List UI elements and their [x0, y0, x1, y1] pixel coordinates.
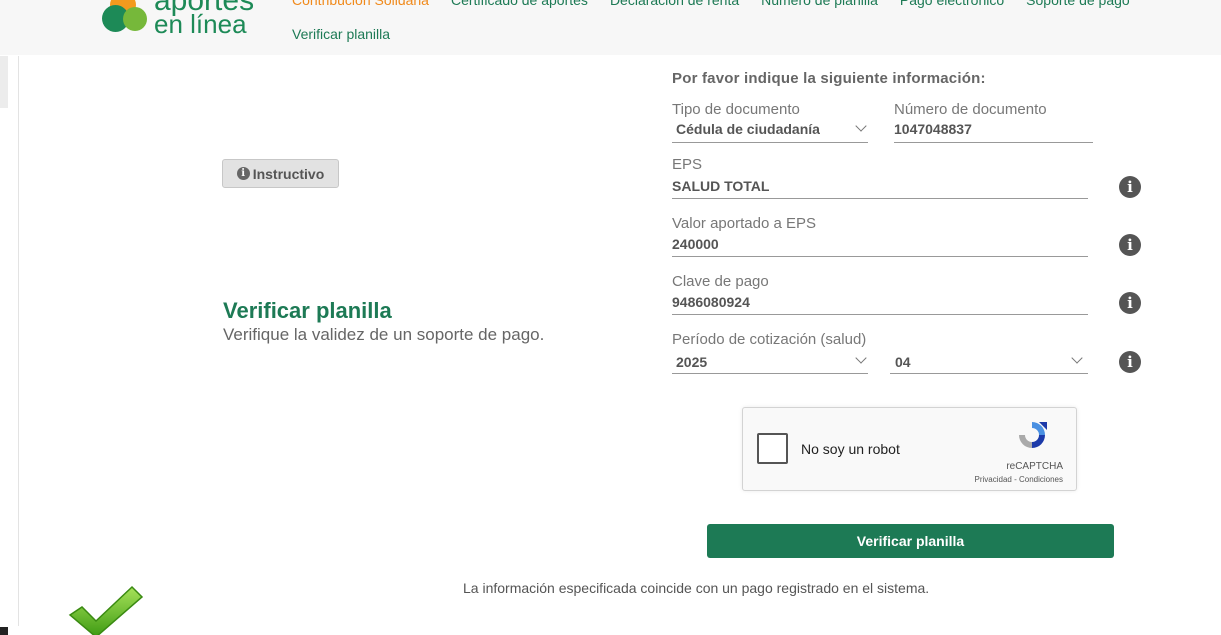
logo-lightgreen-dot — [123, 7, 147, 31]
page-title: Verificar planilla — [223, 298, 392, 323]
recaptcha-checkbox[interactable] — [757, 433, 788, 464]
edge-mark — [0, 627, 8, 635]
aportes-en-linea-logo[interactable]: aportes en línea — [100, 0, 260, 50]
clave-label: Clave de pago — [672, 273, 769, 290]
recaptcha-logo-icon — [1019, 422, 1047, 448]
periodo-year-select[interactable]: 2025 — [676, 354, 707, 370]
valor-underline — [672, 256, 1088, 257]
chevron-down-icon — [855, 120, 867, 132]
chevron-down-icon — [1071, 352, 1083, 364]
content-divider — [18, 56, 19, 626]
verificar-planilla-button[interactable]: Verificar planilla — [707, 524, 1114, 558]
instructivo-label: Instructivo — [252, 165, 325, 182]
periodo-year-underline — [672, 373, 868, 374]
instructivo-button[interactable]: i Instructivo — [222, 159, 339, 188]
clave-input[interactable]: 9486080924 — [672, 294, 750, 310]
valor-label: Valor aportado a EPS — [672, 215, 816, 232]
eps-underline — [672, 198, 1088, 199]
clave-underline — [672, 314, 1088, 315]
recaptcha-terms-link[interactable]: Privacidad - Condiciones — [975, 475, 1064, 484]
periodo-month-underline — [890, 373, 1088, 374]
periodo-label: Período de cotización (salud) — [672, 331, 867, 348]
eps-label: EPS — [672, 156, 703, 173]
chevron-down-icon — [855, 352, 867, 364]
doc-number-underline — [894, 142, 1093, 143]
doc-type-select[interactable]: Cédula de ciudadanía — [676, 121, 820, 137]
doc-type-label: Tipo de documento — [672, 101, 800, 118]
recaptcha-widget: No soy un robot reCAPTCHA Privacidad - C… — [742, 407, 1077, 491]
doc-type-underline — [672, 142, 868, 143]
site-header: aportes en línea Contribución Solidaria … — [0, 0, 1221, 55]
main-nav: Contribución Solidaria Certificado de ap… — [292, 0, 1130, 8]
nav-certificado-aportes[interactable]: Certificado de aportes — [451, 0, 588, 8]
periodo-month-select[interactable]: 04 — [895, 354, 911, 370]
nav-verificar-planilla[interactable]: Verificar planilla — [292, 26, 390, 42]
nav-numero-planilla[interactable]: Número de planilla — [761, 0, 878, 8]
nav-declaracion-renta[interactable]: Declaración de renta — [610, 0, 739, 8]
logo-text-bottom: en línea — [154, 9, 247, 39]
form-heading: Por favor indique la siguiente informaci… — [672, 70, 986, 87]
sidebar-edge — [0, 56, 8, 108]
periodo-info-icon[interactable]: i — [1119, 351, 1141, 373]
eps-info-icon[interactable]: i — [1119, 176, 1141, 198]
page-subtitle: Verifique la validez de un soporte de pa… — [223, 325, 545, 344]
recaptcha-brand: reCAPTCHA — [1006, 461, 1063, 472]
checkmark-success-icon — [68, 585, 144, 635]
result-message: La información especificada coincide con… — [463, 580, 930, 596]
nav-soporte-pago[interactable]: Soporte de pago — [1026, 0, 1130, 8]
nav-pago-electronico[interactable]: Pago electrónico — [900, 0, 1004, 8]
eps-input[interactable]: SALUD TOTAL — [672, 178, 769, 194]
recaptcha-label: No soy un robot — [801, 441, 900, 457]
nav-contribucion-solidaria[interactable]: Contribución Solidaria — [292, 0, 429, 8]
valor-input[interactable]: 240000 — [672, 236, 719, 252]
clave-info-icon[interactable]: i — [1119, 292, 1141, 314]
info-icon: i — [236, 167, 250, 180]
valor-info-icon[interactable]: i — [1119, 234, 1141, 256]
doc-number-input[interactable]: 1047048837 — [894, 121, 972, 137]
doc-number-label: Número de documento — [894, 101, 1047, 118]
